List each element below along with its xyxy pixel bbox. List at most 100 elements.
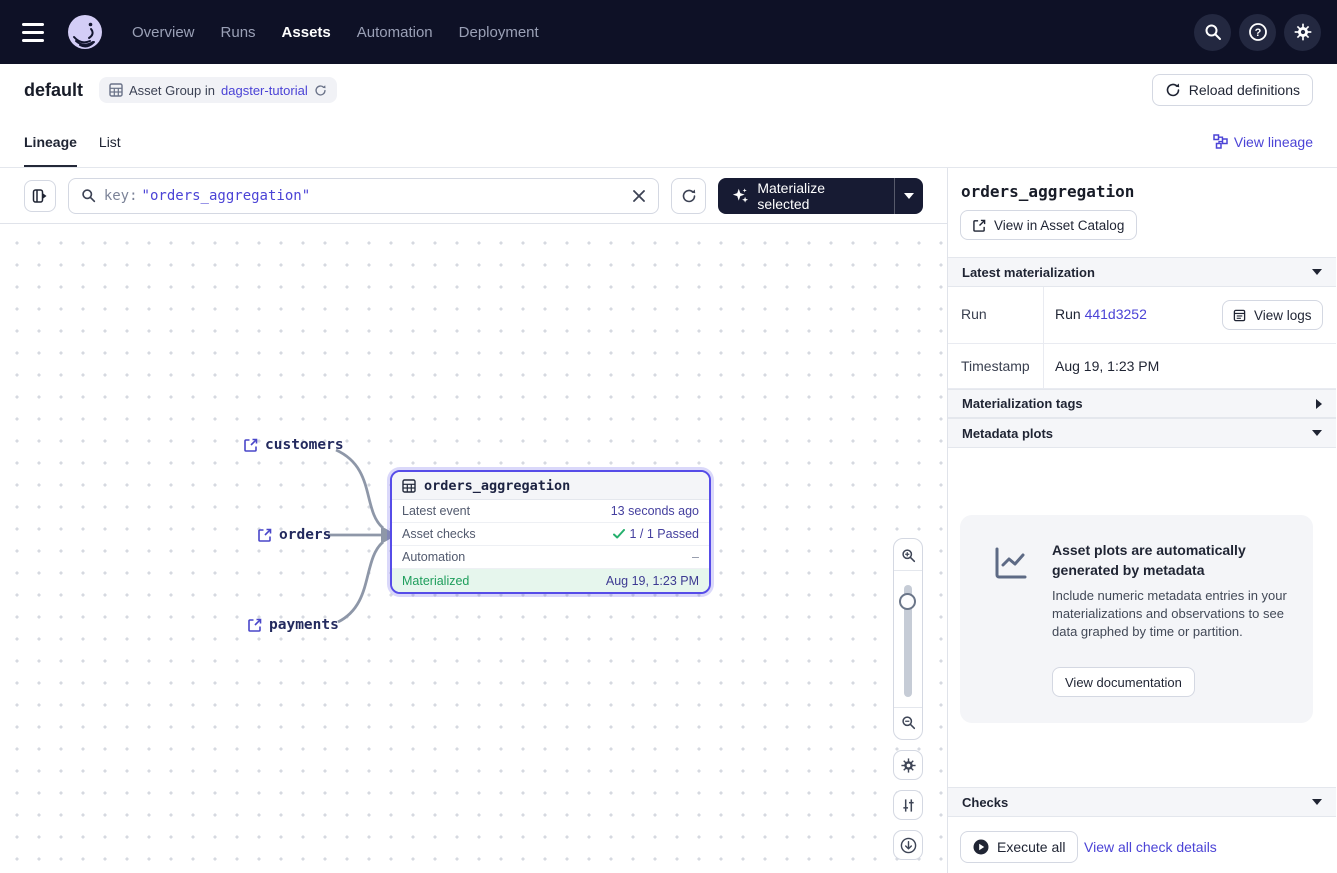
caret-down-icon [1312, 430, 1322, 436]
graph-settings-button[interactable] [893, 750, 923, 780]
metadata-card-title: Asset plots are automatically generated … [1052, 540, 1297, 580]
sliders-icon [901, 798, 916, 813]
chevron-down-icon [904, 193, 914, 199]
asset-group-tag-text: Asset Group in [129, 83, 215, 98]
dagster-logo[interactable] [66, 13, 104, 51]
view-all-check-details-link[interactable]: View all check details [1084, 839, 1217, 855]
asset-group-tag[interactable]: Asset Group in dagster-tutorial [99, 77, 337, 103]
section-latest-materialization[interactable]: Latest materialization [948, 257, 1336, 287]
graph-filters-button[interactable] [893, 790, 923, 820]
execute-all-label: Execute all [997, 839, 1065, 855]
view-logs-label: View logs [1254, 308, 1312, 323]
external-link-icon [248, 618, 262, 632]
node-label: customers [265, 437, 344, 453]
arrow-down-circle-icon [900, 837, 917, 854]
timestamp-label: Timestamp [961, 358, 1030, 374]
materialize-selected-label: Materialize selected [757, 180, 880, 212]
reload-definitions-label: Reload definitions [1189, 82, 1300, 98]
panel-toggle-icon [32, 188, 48, 204]
sparkles-icon [732, 187, 749, 204]
search-query-key: key: [104, 188, 138, 204]
section-metadata-plots[interactable]: Metadata plots [948, 418, 1336, 448]
external-link-icon [973, 219, 986, 232]
run-id-link[interactable]: 441d3252 [1085, 306, 1147, 322]
nav-item-overview[interactable]: Overview [132, 24, 195, 41]
view-in-asset-catalog-button[interactable]: View in Asset Catalog [960, 210, 1137, 240]
nav-item-deployment[interactable]: Deployment [459, 24, 539, 41]
asset-node-header: orders_aggregation [392, 472, 709, 500]
asset-detail-title: orders_aggregation [961, 182, 1134, 201]
clear-search-icon[interactable] [632, 189, 646, 203]
repo-link[interactable]: dagster-tutorial [221, 83, 308, 98]
execute-all-button[interactable]: Execute all [960, 831, 1078, 863]
view-documentation-button[interactable]: View documentation [1052, 667, 1195, 697]
graph-node-customers[interactable]: customers [244, 437, 344, 453]
graph-node-payments[interactable]: payments [248, 617, 339, 633]
reload-definitions-icon [1165, 82, 1181, 98]
metadata-plots-card: Asset plots are automatically generated … [960, 515, 1313, 723]
zoom-in-button[interactable] [894, 541, 922, 571]
tab-lineage[interactable]: Lineage [24, 116, 77, 167]
page-header: default Asset Group in dagster-tutorial … [0, 64, 1337, 116]
reload-icon[interactable] [314, 84, 327, 97]
refresh-graph-button[interactable] [671, 178, 707, 214]
line-chart-icon [991, 543, 1031, 583]
table-icon [402, 479, 416, 493]
tabs-row: Lineage List View lineage [0, 116, 1337, 168]
zoom-out-button[interactable] [894, 707, 922, 737]
lineage-graph-icon [1213, 134, 1228, 149]
page-title: default [24, 80, 83, 101]
search-icon [81, 188, 96, 203]
metadata-card-body: Include numeric metadata entries in your… [1052, 587, 1302, 641]
hamburger-menu-icon[interactable] [22, 18, 50, 46]
node-label: payments [269, 617, 339, 633]
asset-node-title: orders_aggregation [424, 478, 570, 494]
materialize-dropdown-button[interactable] [895, 178, 923, 214]
zoom-control-group [893, 538, 923, 740]
checks-actions-row: Execute all View all check details [948, 818, 1336, 873]
section-checks[interactable]: Checks [948, 787, 1336, 817]
gear-icon[interactable] [1284, 14, 1321, 51]
caret-right-icon [1316, 399, 1322, 409]
expand-sidebar-button[interactable] [24, 180, 56, 212]
graph-node-orders[interactable]: orders [258, 527, 331, 543]
view-in-asset-catalog-label: View in Asset Catalog [994, 218, 1124, 233]
gear-icon [900, 757, 917, 774]
nav-item-runs[interactable]: Runs [221, 24, 256, 41]
node-label: orders [279, 527, 331, 543]
caret-down-icon [1312, 799, 1322, 805]
run-label: Run [961, 306, 987, 322]
play-circle-icon [973, 839, 989, 855]
node-row-materialized: Materialized Aug 19, 1:23 PM [392, 569, 709, 592]
asset-group-icon [109, 83, 123, 97]
refresh-icon [681, 188, 697, 204]
run-row: Run Run 441d3252 View logs [948, 287, 1336, 344]
view-logs-button[interactable]: View logs [1222, 300, 1323, 330]
reload-definitions-button[interactable]: Reload definitions [1152, 74, 1313, 106]
node-row-asset-checks: Asset checks 1 / 1 Passed [392, 523, 709, 546]
view-lineage-link[interactable]: View lineage [1213, 134, 1313, 150]
search-query-term: "orders_aggregation" [142, 188, 311, 204]
nav-item-assets[interactable]: Assets [282, 24, 331, 41]
external-link-icon [258, 528, 272, 542]
materialize-selected-button[interactable]: Materialize selected [718, 178, 923, 214]
asset-search-input[interactable]: key: "orders_aggregation" [68, 178, 659, 214]
section-materialization-tags[interactable]: Materialization tags [948, 389, 1336, 418]
lineage-toolbar: key: "orders_aggregation" Materialize se… [0, 168, 947, 224]
search-icon[interactable] [1194, 14, 1231, 51]
nav-item-automation[interactable]: Automation [357, 24, 433, 41]
timestamp-value: Aug 19, 1:23 PM [1055, 358, 1159, 374]
tab-list[interactable]: List [99, 116, 121, 167]
node-row-automation: Automation – [392, 546, 709, 569]
zoom-slider-thumb[interactable] [899, 593, 916, 610]
top-navigation-bar: Overview Runs Assets Automation Deployme… [0, 0, 1337, 64]
help-icon[interactable]: ? [1239, 14, 1276, 51]
main-nav: Overview Runs Assets Automation Deployme… [132, 24, 539, 41]
asset-detail-panel: orders_aggregation View in Asset Catalog… [948, 168, 1336, 873]
lineage-graph-canvas[interactable]: customers orders payments orders_aggrega… [0, 224, 947, 873]
dagster-app: Overview Runs Assets Automation Deployme… [0, 0, 1337, 873]
recenter-graph-button[interactable] [893, 830, 923, 860]
run-value: Run 441d3252 [1055, 306, 1147, 322]
graph-node-orders-aggregation-selected[interactable]: orders_aggregation Latest event 13 secon… [390, 470, 711, 594]
logs-icon [1233, 309, 1246, 322]
